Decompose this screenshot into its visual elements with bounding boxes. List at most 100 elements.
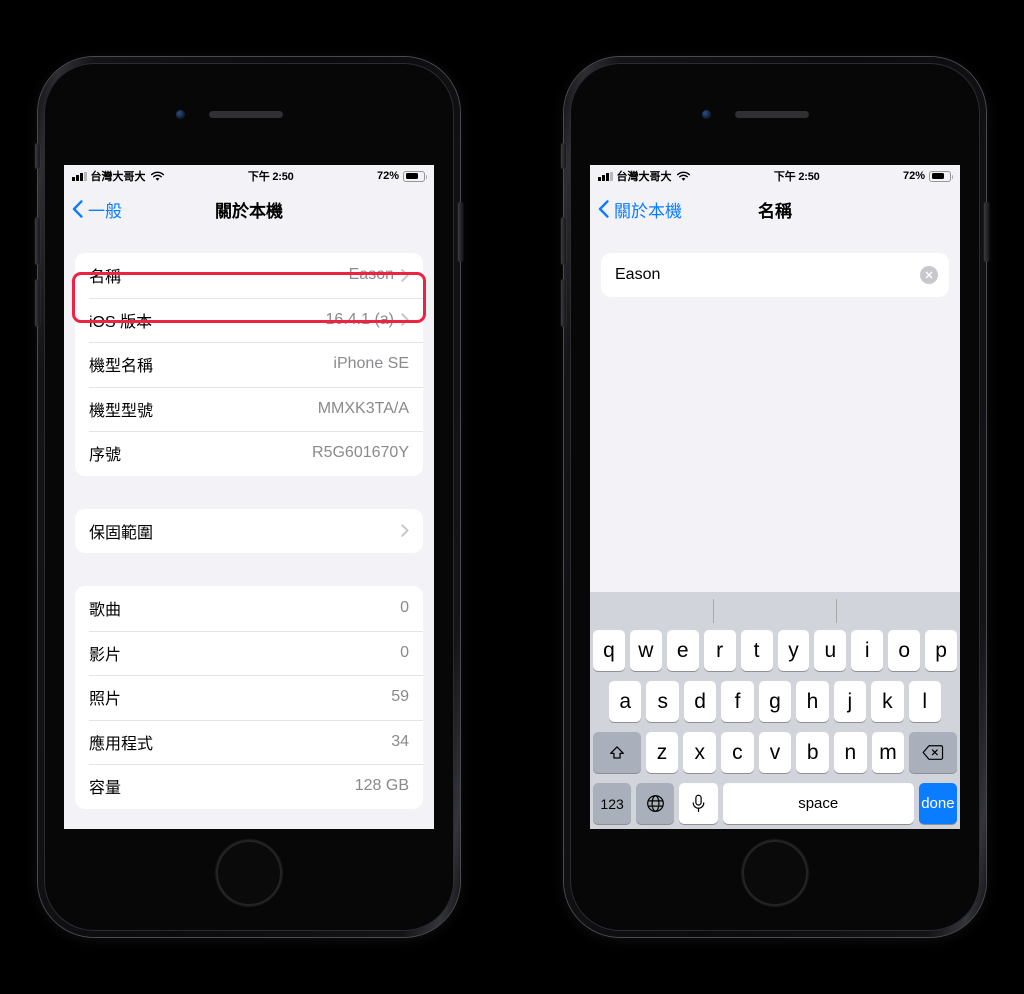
prediction-slot-2[interactable] [714, 592, 837, 630]
row-label: 容量 [89, 780, 122, 798]
wifi-icon [150, 171, 164, 181]
row-label: 名稱 [89, 269, 122, 287]
back-button-about[interactable]: 關於本機 [590, 197, 682, 222]
key-h[interactable]: h [796, 681, 829, 722]
left-iphone-device: 台灣大哥大 下午 2:50 72% 一般 關於本機 名稱 Eason iOS 版… [35, 57, 463, 937]
right-volume-down-button[interactable] [561, 279, 566, 327]
backspace-delete-icon[interactable] [909, 732, 957, 773]
settings-group-device-info: 名稱 Eason iOS 版本 16.4.1 (a) 機型名稱 iPhone S… [75, 253, 423, 476]
wifi-icon [676, 171, 690, 181]
key-k[interactable]: k [871, 681, 904, 722]
carrier-label: 台灣大哥大 [90, 171, 146, 183]
about-settings-list[interactable]: 名稱 Eason iOS 版本 16.4.1 (a) 機型名稱 iPhone S… [64, 231, 434, 829]
key-w[interactable]: w [629, 630, 662, 671]
device-name-field[interactable]: Eason [601, 253, 949, 297]
left-nav-bar: 一般 關於本機 [64, 187, 434, 231]
row-label: 機型名稱 [89, 358, 154, 376]
right-silent-switch[interactable] [561, 143, 566, 169]
settings-row-apps: 應用程式 34 [75, 719, 423, 765]
left-silent-switch[interactable] [35, 143, 40, 169]
microphone-icon[interactable] [679, 783, 718, 824]
right-iphone-device: 台灣大哥大 下午 2:50 72% 關於本機 名稱 Eason q w e r … [561, 57, 989, 937]
settings-row-photos: 照片 59 [75, 675, 423, 720]
on-screen-keyboard[interactable]: q w e r t y u i o p a s d f g h j k l z … [590, 592, 960, 829]
row-value: 34 [391, 732, 409, 750]
key-p[interactable]: p [925, 630, 958, 671]
settings-row-model-number: 機型型號 MMXK3TA/A [75, 386, 423, 432]
right-volume-up-button[interactable] [561, 217, 566, 265]
right-home-button[interactable] [742, 840, 808, 906]
key-m[interactable]: m [871, 732, 905, 773]
key-z[interactable]: z [645, 732, 679, 773]
row-value: iPhone SE [333, 355, 409, 373]
key-t[interactable]: t [740, 630, 773, 671]
prediction-slot-1[interactable] [590, 592, 713, 630]
key-d[interactable]: d [683, 681, 717, 722]
row-value: 0 [400, 643, 409, 661]
key-g[interactable]: g [758, 681, 792, 722]
row-value: 128 GB [354, 777, 409, 795]
row-label: 機型型號 [89, 402, 154, 420]
right-power-button[interactable] [984, 202, 989, 262]
settings-row-name[interactable]: 名稱 Eason [75, 253, 423, 298]
settings-row-ios-version[interactable]: iOS 版本 16.4.1 (a) [75, 297, 423, 343]
cellular-bars-icon [598, 171, 613, 181]
status-bar-clock: 下午 2:50 [247, 171, 294, 183]
settings-row-warranty[interactable]: 保固範圍 [75, 509, 423, 554]
prediction-slot-3[interactable] [837, 592, 960, 630]
key-c[interactable]: c [721, 732, 754, 773]
row-value: MMXK3TA/A [317, 399, 409, 417]
right-front-camera-icon [702, 110, 711, 119]
left-front-camera-icon [176, 110, 185, 119]
left-home-button[interactable] [216, 840, 282, 906]
chevron-left-icon [598, 200, 609, 218]
key-j[interactable]: j [833, 681, 867, 722]
left-volume-down-button[interactable] [35, 279, 40, 327]
chevron-right-icon [401, 269, 409, 282]
shift-up-arrow-icon[interactable] [593, 732, 641, 773]
row-label: iOS 版本 [89, 313, 153, 331]
battery-percent-label: 72% [376, 170, 399, 182]
left-power-button[interactable] [458, 202, 463, 262]
key-b[interactable]: b [796, 732, 829, 773]
right-earpiece-speaker [735, 111, 809, 118]
battery-percent-label: 72% [902, 170, 925, 182]
left-earpiece-speaker [209, 111, 283, 118]
settings-row-videos: 影片 0 [75, 630, 423, 676]
row-value: Eason [348, 266, 394, 284]
row-label: 保固範圍 [89, 524, 154, 542]
numbers-key-123[interactable]: 123 [593, 783, 632, 824]
key-v[interactable]: v [758, 732, 792, 773]
space-key[interactable]: space [722, 783, 914, 824]
row-value: 59 [391, 688, 409, 706]
key-y[interactable]: y [777, 630, 810, 671]
clear-circle-icon[interactable] [920, 266, 938, 284]
key-n[interactable]: n [833, 732, 867, 773]
row-label: 歌曲 [89, 602, 122, 620]
done-key[interactable]: done [918, 783, 957, 824]
key-f[interactable]: f [721, 681, 754, 722]
key-s[interactable]: s [646, 681, 679, 722]
key-l[interactable]: l [908, 681, 941, 722]
key-u[interactable]: u [814, 630, 847, 671]
key-i[interactable]: i [851, 630, 884, 671]
name-edit-content: Eason [590, 231, 960, 592]
globe-language-icon[interactable] [636, 783, 675, 824]
key-x[interactable]: x [683, 732, 717, 773]
back-button-general[interactable]: 一般 [64, 197, 122, 222]
row-label: 應用程式 [89, 735, 154, 753]
key-a[interactable]: a [609, 681, 642, 722]
keyboard-row-1: q w e r t y u i o p [590, 630, 960, 671]
left-volume-up-button[interactable] [35, 217, 40, 265]
chevron-right-icon [401, 313, 409, 326]
row-value: 0 [400, 599, 409, 617]
predictive-text-bar[interactable] [590, 592, 960, 630]
back-button-label: 關於本機 [614, 201, 682, 221]
key-r[interactable]: r [703, 630, 736, 671]
row-label: 照片 [89, 691, 122, 709]
key-e[interactable]: e [666, 630, 699, 671]
key-o[interactable]: o [888, 630, 921, 671]
key-q[interactable]: q [592, 630, 625, 671]
